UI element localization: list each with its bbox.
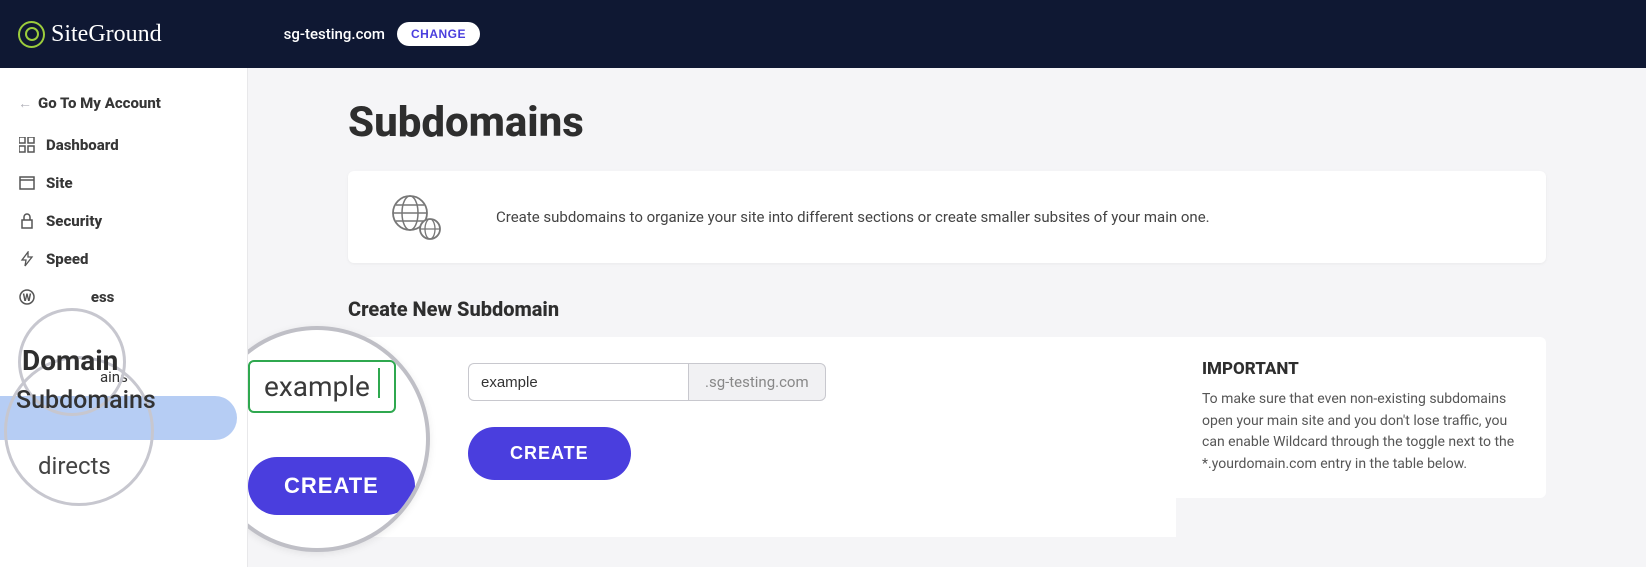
wordpress-icon: W [18, 288, 36, 306]
sidebar-item-site[interactable]: Site [0, 164, 247, 202]
create-panel: .sg-testing.com CREATE IMPORTANT To make… [348, 337, 1546, 537]
important-text: To make sure that even non-existing subd… [1202, 389, 1520, 476]
lock-icon [18, 212, 36, 230]
subdomain-suffix: .sg-testing.com [688, 363, 826, 401]
svg-text:W: W [23, 293, 32, 304]
logo-icon [18, 21, 45, 48]
dashboard-icon [18, 136, 36, 154]
globe-icon [388, 193, 448, 241]
sidebar-label: Speed [46, 250, 88, 268]
sidebar-label: Dashboard [46, 136, 119, 154]
sidebar: ← Go To My Account Dashboard Site Securi… [0, 68, 248, 567]
speed-icon [18, 250, 36, 268]
brand-logo[interactable]: SiteGround [18, 21, 162, 48]
create-button-zoom[interactable]: CREATE [248, 457, 415, 515]
sidebar-item-dashboard[interactable]: Dashboard [0, 126, 247, 164]
site-icon [18, 174, 36, 192]
subdomain-input[interactable] [468, 363, 688, 401]
arrow-left-icon: ← [18, 95, 32, 112]
go-to-account-link[interactable]: ← Go To My Account [0, 86, 247, 126]
sidebar-item-domain[interactable]: Domain [22, 344, 118, 377]
intro-text: Create subdomains to organize your site … [496, 208, 1210, 226]
sidebar-label: ess [46, 288, 114, 306]
important-title: IMPORTANT [1202, 359, 1520, 379]
intro-card: Create subdomains to organize your site … [348, 171, 1546, 263]
page-title: Subdomains [348, 98, 1546, 147]
brand-name: SiteGround [51, 21, 162, 48]
create-heading: Create New Subdomain [348, 297, 1546, 321]
sidebar-item-security[interactable]: Security [0, 202, 247, 240]
important-box: IMPORTANT To make sure that even non-exi… [1176, 337, 1546, 498]
sidebar-label: Security [46, 212, 102, 230]
sidebar-item-speed[interactable]: Speed [0, 240, 247, 278]
text-cursor-icon [378, 368, 380, 398]
change-domain-button[interactable]: CHANGE [397, 22, 480, 46]
create-form-area: .sg-testing.com CREATE [348, 337, 1176, 537]
sidebar-label: Site [46, 174, 73, 192]
sidebar-item-wordpress[interactable]: W ess [0, 278, 247, 316]
create-button[interactable]: CREATE [468, 427, 631, 480]
top-header: SiteGround sg-testing.com CHANGE [0, 0, 1646, 68]
subdomain-input-zoom[interactable]: example [248, 360, 396, 413]
sidebar-sub-redirects-partial[interactable]: directs [38, 452, 111, 480]
sidebar-sub-subdomains-label: Subdomains [16, 386, 156, 415]
header-domain-name: sg-testing.com [284, 25, 385, 43]
main-content: Subdomains Create subdomains to organize… [248, 68, 1646, 567]
go-to-account-label: Go To My Account [38, 94, 161, 112]
